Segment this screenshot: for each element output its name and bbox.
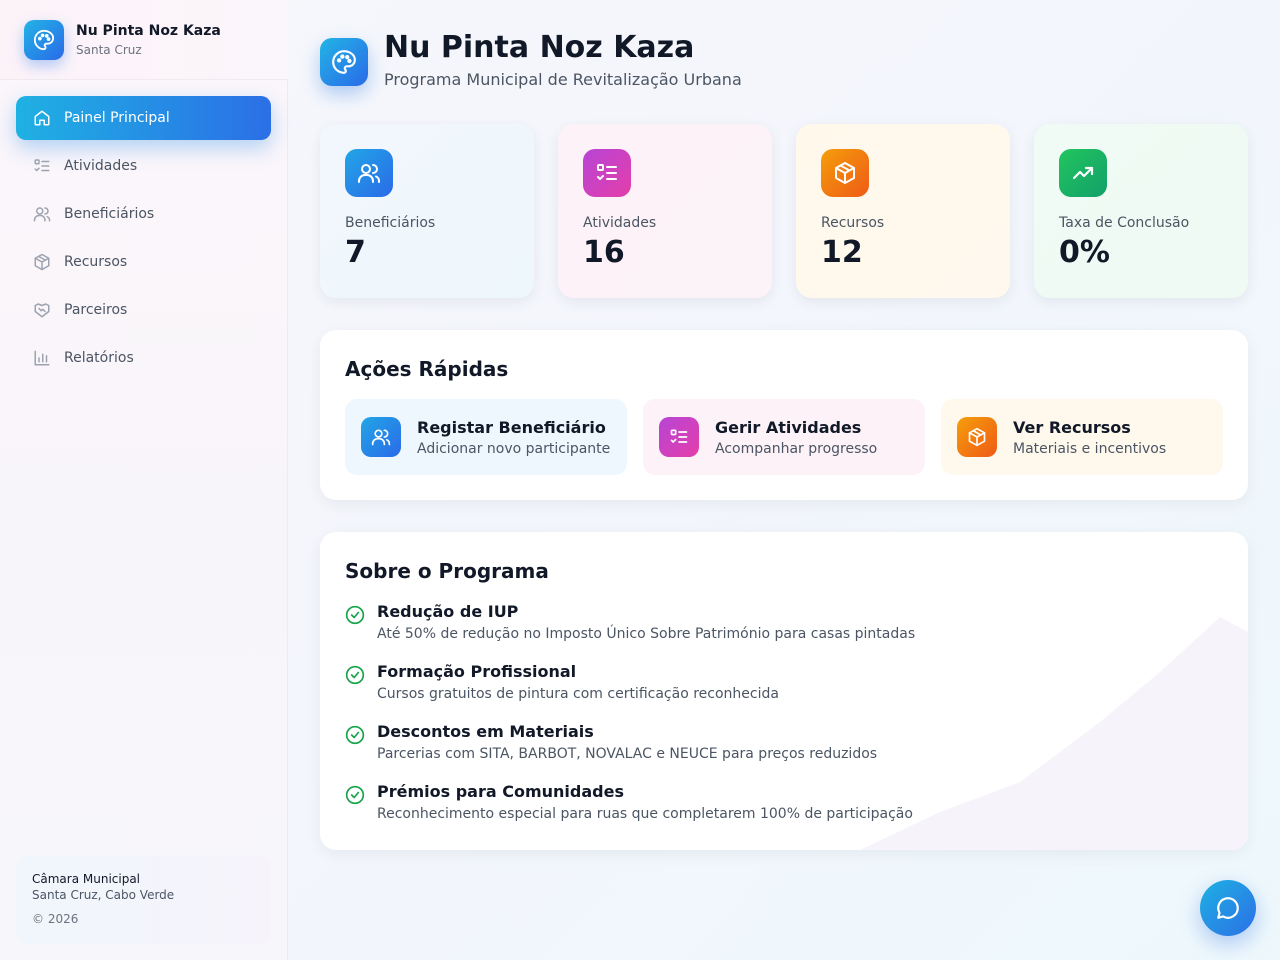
stat-card-recursos: Recursos 12: [796, 124, 1010, 298]
users-icon: [361, 417, 401, 457]
package-icon: [32, 252, 52, 272]
bar-chart-icon: [32, 348, 52, 368]
stat-value: 16: [583, 235, 625, 270]
action-subtitle: Acompanhar progresso: [715, 440, 878, 457]
checklist-icon: [32, 156, 52, 176]
sidebar: Nu Pinta Noz Kaza Santa Cruz Painel Prin…: [0, 0, 288, 960]
sidebar-item-atividades[interactable]: Atividades: [16, 144, 271, 188]
feature-title: Formação Profissional: [377, 662, 577, 681]
page-subtitle: Programa Municipal de Revitalização Urba…: [384, 70, 742, 89]
brand-subtitle: Santa Cruz: [76, 43, 142, 57]
sidebar-item-label: Recursos: [64, 254, 128, 270]
sidebar-item-parceiros[interactable]: Parceiros: [16, 288, 271, 332]
palette-icon: [320, 38, 368, 86]
users-icon: [32, 204, 52, 224]
stat-value: 12: [821, 235, 863, 270]
footer-title: Câmara Municipal: [32, 872, 141, 886]
stat-card-atividades: Atividades 16: [558, 124, 772, 298]
sidebar-item-recursos[interactable]: Recursos: [16, 240, 271, 284]
register-beneficiary-button[interactable]: Registar Beneficiário Adicionar novo par…: [345, 399, 627, 475]
feature-item: Redução de IUP Até 50% de redução no Imp…: [345, 602, 1225, 658]
stat-label: Atividades: [583, 215, 657, 231]
action-title: Registar Beneficiário: [417, 417, 606, 437]
sidebar-item-beneficiarios[interactable]: Beneficiários: [16, 192, 271, 236]
feature-description: Parcerias com SITA, BARBOT, NOVALAC e NE…: [377, 746, 878, 762]
checklist-icon: [659, 417, 699, 457]
manage-activities-button[interactable]: Gerir Atividades Acompanhar progresso: [643, 399, 925, 475]
sidebar-item-label: Parceiros: [64, 302, 128, 318]
action-title: Gerir Atividades: [715, 417, 862, 437]
action-text: Registar Beneficiário Adicionar novo par…: [417, 418, 610, 457]
palette-icon: [24, 20, 64, 60]
brand[interactable]: Nu Pinta Noz Kaza Santa Cruz: [0, 0, 288, 80]
quick-actions-panel: Ações Rápidas Registar Beneficiário Adic…: [320, 330, 1248, 500]
sidebar-item-label: Atividades: [64, 158, 138, 174]
sidebar-nav: Painel Principal Atividades Beneficiário…: [16, 96, 271, 384]
stat-value: 0%: [1059, 235, 1110, 270]
checklist-icon: [583, 149, 631, 197]
chat-icon: [1217, 897, 1239, 919]
feature-description: Até 50% de redução no Imposto Único Sobr…: [377, 626, 916, 642]
package-icon: [821, 149, 869, 197]
sidebar-item-label: Beneficiários: [64, 206, 155, 222]
feature-title: Prémios para Comunidades: [377, 782, 624, 801]
feature-title: Descontos em Materiais: [377, 722, 594, 741]
feature-description: Reconhecimento especial para ruas que co…: [377, 806, 913, 822]
stat-card-taxa-conclusao: Taxa de Conclusão 0%: [1034, 124, 1248, 298]
check-circle-icon: [345, 605, 365, 625]
check-circle-icon: [345, 665, 365, 685]
brand-title: Nu Pinta Noz Kaza: [76, 23, 221, 39]
check-circle-icon: [345, 785, 365, 805]
package-icon: [957, 417, 997, 457]
action-title: Ver Recursos: [1013, 417, 1131, 437]
trending-up-icon: [1059, 149, 1107, 197]
stat-label: Beneficiários: [345, 215, 436, 231]
chat-button[interactable]: [1200, 880, 1256, 936]
users-icon: [345, 149, 393, 197]
view-resources-button[interactable]: Ver Recursos Materiais e incentivos: [941, 399, 1223, 475]
home-icon: [32, 108, 52, 128]
quick-actions-title: Ações Rápidas: [345, 357, 509, 381]
footer-location: Santa Cruz, Cabo Verde: [32, 888, 175, 902]
feature-item: Descontos em Materiais Parcerias com SIT…: [345, 722, 1225, 778]
stat-label: Taxa de Conclusão: [1059, 215, 1190, 231]
feature-description: Cursos gratuitos de pintura com certific…: [377, 686, 779, 702]
sidebar-item-relatorios[interactable]: Relatórios: [16, 336, 271, 380]
sidebar-item-painel-principal[interactable]: Painel Principal: [16, 96, 271, 140]
footer-copyright: © 2026: [32, 912, 79, 926]
sidebar-item-label: Painel Principal: [64, 110, 170, 126]
handshake-icon: [32, 300, 52, 320]
check-circle-icon: [345, 725, 365, 745]
about-title: Sobre o Programa: [345, 559, 549, 583]
stat-card-beneficiarios: Beneficiários 7: [320, 124, 534, 298]
stat-value: 7: [345, 235, 366, 270]
action-text: Gerir Atividades Acompanhar progresso: [715, 418, 877, 457]
feature-item: Formação Profissional Cursos gratuitos d…: [345, 662, 1225, 718]
page-title: Nu Pinta Noz Kaza: [384, 30, 695, 65]
about-panel: Sobre o Programa Redução de IUP Até 50% …: [320, 532, 1248, 850]
action-subtitle: Adicionar novo participante: [417, 440, 611, 457]
sidebar-item-label: Relatórios: [64, 350, 134, 366]
feature-item: Prémios para Comunidades Reconhecimento …: [345, 782, 1225, 838]
action-text: Ver Recursos Materiais e incentivos: [1013, 418, 1166, 457]
stat-label: Recursos: [821, 215, 885, 231]
action-subtitle: Materiais e incentivos: [1013, 440, 1167, 457]
sidebar-footer: Câmara Municipal Santa Cruz, Cabo Verde …: [16, 856, 271, 944]
feature-title: Redução de IUP: [377, 602, 519, 621]
